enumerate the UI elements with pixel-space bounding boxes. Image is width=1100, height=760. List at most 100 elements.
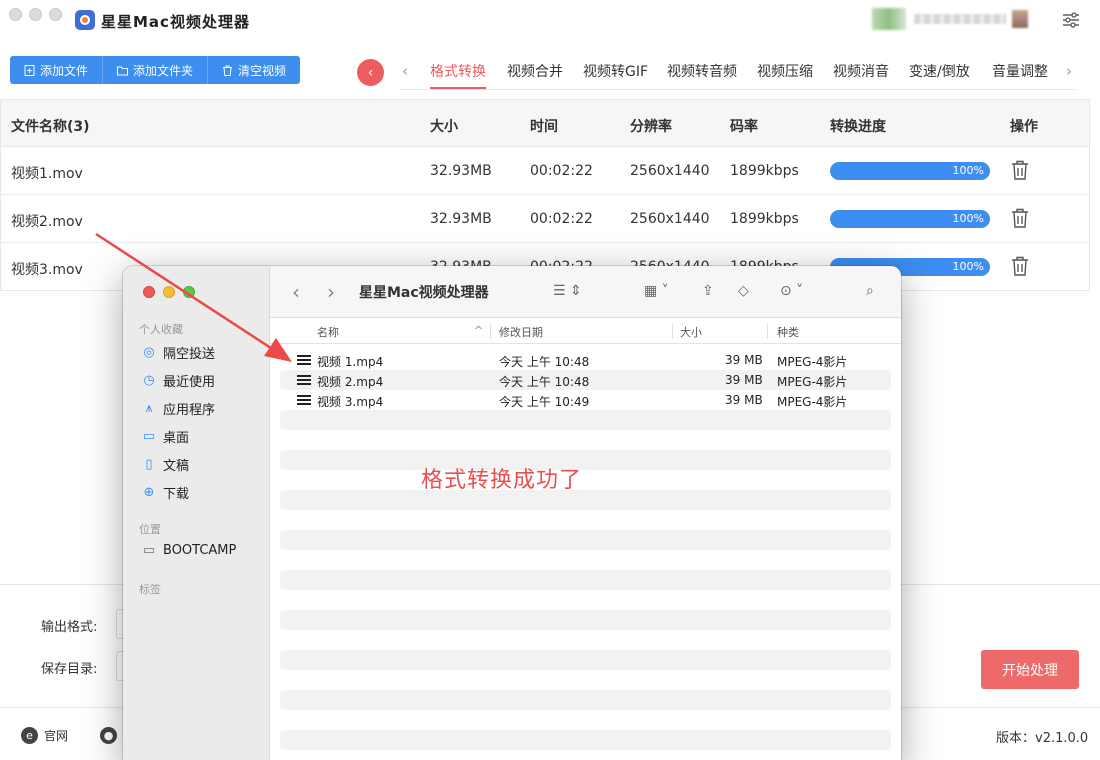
function-tabs: 格式转换 视频合并 视频转GIF 视频转音频 视频压缩 视频消音 变速/倒放 音… <box>400 58 1076 90</box>
close-window-button[interactable] <box>9 8 22 21</box>
column-name[interactable]: 名称 <box>317 324 339 340</box>
clock-icon: ◷ <box>143 373 155 388</box>
empty-row <box>280 490 891 510</box>
sliders-icon[interactable] <box>1062 11 1080 29</box>
cell-bitrate: 1899kbps <box>730 163 799 179</box>
sidebar-item-airdrop[interactable]: ◎ 隔空投送 <box>141 343 215 362</box>
file-date: 今天 上午 10:48 <box>499 355 590 369</box>
minimize-window-button[interactable] <box>29 8 42 21</box>
delete-trash-icon[interactable] <box>1011 256 1029 276</box>
file-size: 39 MB <box>725 373 763 387</box>
add-file-button[interactable]: 添加文件 <box>10 56 104 84</box>
file-icon <box>24 64 35 76</box>
empty-row <box>280 730 891 750</box>
locations-section-title: 位置 <box>139 523 161 536</box>
list-view-icon[interactable]: ☰ ⇕ <box>553 280 582 302</box>
col-header-action: 操作 <box>1010 119 1038 135</box>
table-row[interactable]: 视频2.mov 32.93MB 00:02:22 2560x1440 1899k… <box>1 195 1089 243</box>
empty-row <box>280 650 891 670</box>
file-toolbar: 添加文件 添加文件夹 清空视频 <box>10 56 301 84</box>
delete-trash-icon[interactable] <box>1011 160 1029 180</box>
clear-videos-label: 清空视频 <box>238 63 287 78</box>
file-name: 视频 2.mp4 <box>317 375 384 389</box>
tab-video-compress[interactable]: 视频压缩 <box>757 61 813 81</box>
sidebar-item-label: 应用程序 <box>163 403 216 418</box>
add-folder-button[interactable]: 添加文件夹 <box>103 56 209 84</box>
finder-toolbar: ‹ › 星星Mac视频处理器 ☰ ⇕ ▦ ˅ ⇪ ◇ ⊙ ˅ ⌕ <box>270 266 901 318</box>
cell-time: 00:02:22 <box>530 211 593 227</box>
user-name-blurred <box>914 14 1006 24</box>
sidebar-item-label: 文稿 <box>163 459 190 474</box>
column-kind[interactable]: 种类 <box>777 324 799 340</box>
more-actions-icon[interactable]: ⊙ ˅ <box>780 280 803 302</box>
file-date: 今天 上午 10:48 <box>499 375 590 389</box>
list-item[interactable]: 视频 3.mp4 今天 上午 10:49 39 MB MPEG-4影片 <box>280 390 891 410</box>
empty-row <box>280 690 891 710</box>
sidebar-item-bootcamp[interactable]: ▭ BOOTCAMP <box>141 543 237 558</box>
document-icon: ▯ <box>145 457 153 472</box>
movie-file-icon <box>297 395 311 405</box>
app-title: 星星Mac视频处理器 <box>101 13 250 31</box>
folder-icon <box>117 66 129 75</box>
finder-zoom-button[interactable] <box>183 286 195 298</box>
user-account[interactable] <box>872 8 1047 30</box>
clear-videos-button[interactable]: 清空视频 <box>208 56 301 84</box>
group-view-icon[interactable]: ▦ ˅ <box>644 280 669 302</box>
sort-ascending-icon: ^ <box>474 324 484 337</box>
start-processing-button[interactable]: 开始处理 <box>981 650 1079 689</box>
empty-row <box>280 530 891 550</box>
cell-resolution: 2560x1440 <box>630 211 710 227</box>
add-folder-label: 添加文件夹 <box>133 63 194 78</box>
tab-video-to-audio[interactable]: 视频转音频 <box>667 61 737 81</box>
add-file-label: 添加文件 <box>40 63 89 78</box>
finder-sidebar: 个人收藏 ◎ 隔空投送 ◷ 最近使用 ⩚ 应用程序 ▭ 桌面 ▯ 文稿 ⊕ 下载… <box>123 266 270 760</box>
column-size[interactable]: 大小 <box>680 324 702 340</box>
cell-name: 视频1.mov <box>11 166 83 182</box>
cell-bitrate: 1899kbps <box>730 211 799 227</box>
file-kind: MPEG-4影片 <box>777 395 848 409</box>
tab-format-convert[interactable]: 格式转换 <box>430 61 486 81</box>
col-header-name: 文件名称(3) <box>11 119 90 135</box>
cell-time: 00:02:22 <box>530 163 593 179</box>
success-annotation: 格式转换成功了 <box>421 468 583 493</box>
progress-bar: 100% <box>830 162 990 180</box>
share-icon[interactable]: ⇪ <box>702 280 714 302</box>
table-row[interactable]: 视频1.mov 32.93MB 00:02:22 2560x1440 1899k… <box>1 147 1089 195</box>
movie-file-icon <box>297 375 311 385</box>
sidebar-item-downloads[interactable]: ⊕ 下载 <box>141 483 189 502</box>
tab-video-to-gif[interactable]: 视频转GIF <box>583 61 648 81</box>
sidebar-item-label: 最近使用 <box>163 375 216 390</box>
col-header-bitrate: 码率 <box>730 119 758 135</box>
list-item[interactable]: 视频 2.mp4 今天 上午 10:48 39 MB MPEG-4影片 <box>280 370 891 390</box>
tag-icon[interactable]: ◇ <box>738 280 749 302</box>
zoom-window-button[interactable] <box>49 8 62 21</box>
list-item[interactable]: 视频 1.mp4 今天 上午 10:48 39 MB MPEG-4影片 <box>280 350 891 370</box>
sidebar-item-desktop[interactable]: ▭ 桌面 <box>141 427 189 446</box>
sidebar-item-recents[interactable]: ◷ 最近使用 <box>141 371 215 390</box>
progress-label: 100% <box>952 164 984 177</box>
airdrop-icon: ◎ <box>143 345 155 360</box>
chat-link[interactable]: ● <box>100 727 123 744</box>
website-link[interactable]: e 官网 <box>21 727 68 744</box>
file-table: 文件名称(3) 大小 时间 分辨率 码率 转换进度 操作 视频1.mov 32.… <box>0 99 1090 291</box>
sidebar-item-documents[interactable]: ▯ 文稿 <box>141 455 189 474</box>
collapse-button[interactable]: ‹ <box>357 59 384 86</box>
progress-label: 100% <box>952 212 984 225</box>
delete-trash-icon[interactable] <box>1011 208 1029 228</box>
tab-volume-adjust[interactable]: 音量调整 <box>992 61 1048 81</box>
tab-video-merge[interactable]: 视频合并 <box>507 61 563 81</box>
finder-minimize-button[interactable] <box>163 286 175 298</box>
forward-chevron-icon[interactable]: › <box>327 280 335 304</box>
sidebar-item-applications[interactable]: ⩚ 应用程序 <box>141 399 215 418</box>
empty-row <box>280 410 891 430</box>
col-header-resolution: 分辨率 <box>630 119 672 135</box>
finder-close-button[interactable] <box>143 286 155 298</box>
sidebar-item-label: 隔空投送 <box>163 347 216 362</box>
empty-row <box>280 610 891 630</box>
search-icon[interactable]: ⌕ <box>866 280 874 302</box>
version-label: 版本：v2.1.0.0 <box>996 731 1089 746</box>
back-chevron-icon[interactable]: ‹ <box>292 280 300 304</box>
column-date[interactable]: 修改日期 <box>499 324 543 340</box>
tab-speed-reverse[interactable]: 变速/倒放 <box>909 61 970 81</box>
tab-video-mute[interactable]: 视频消音 <box>833 61 889 81</box>
